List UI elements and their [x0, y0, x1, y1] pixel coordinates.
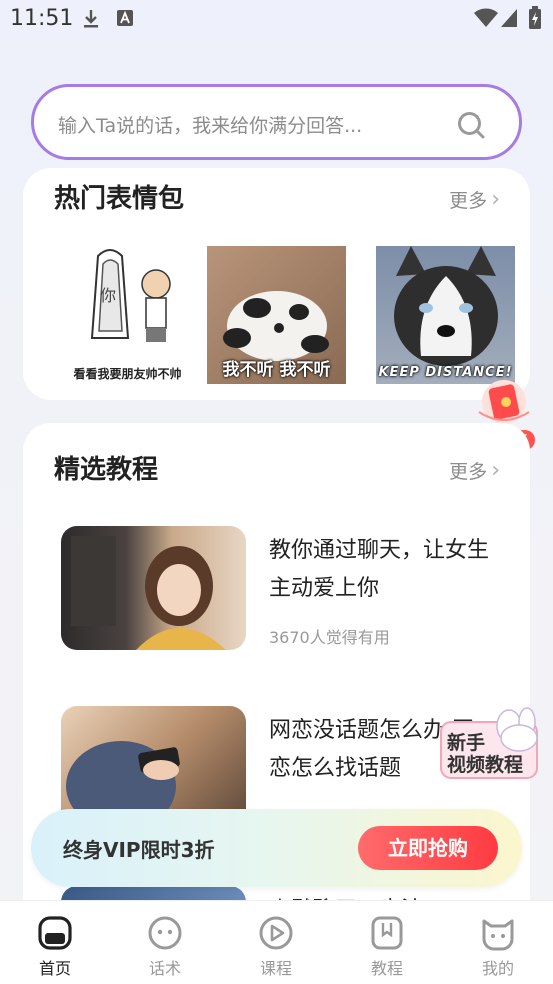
- section-title-tutorials: 精选教程: [54, 455, 159, 485]
- tab-label: 话术: [148, 959, 181, 978]
- tab-scripts[interactable]: 话术: [110, 915, 220, 979]
- status-time: 11:51: [10, 6, 74, 31]
- tab-label: 我的: [481, 959, 514, 978]
- tutorial-useful-count: 3670人觉得有用: [269, 628, 390, 647]
- status-bar: 11:51: [0, 0, 553, 40]
- cat-face-icon: [482, 919, 514, 951]
- tab-label: 首页: [38, 959, 71, 978]
- sticker-item[interactable]: 你 看看我要朋友帅不帅: [58, 246, 197, 384]
- tutorial-title: 教你通过聊天，让女生主动爱上你: [269, 538, 490, 601]
- girl-photo: [71, 536, 226, 650]
- battery-icon: [529, 6, 541, 29]
- sticker-item[interactable]: 我不听 我不听: [207, 246, 346, 384]
- red-envelope-icon: [478, 380, 530, 424]
- husky-photo: [394, 246, 498, 366]
- sticker-item[interactable]: KEEP DISTANCE!: [376, 246, 515, 384]
- newbie-label-line2: 视频教程: [447, 754, 524, 776]
- more-label: 更多: [449, 190, 488, 212]
- buy-now-button[interactable]: 立即抢购: [358, 826, 498, 870]
- sticker-caption: 看看我要朋友帅不帅: [73, 367, 182, 381]
- mirror-meme-illustration: 你: [90, 249, 171, 342]
- vip-promo-banner[interactable]: 终身VIP限时3折 立即抢购: [31, 809, 522, 887]
- newbie-video-tutorial-button[interactable]: 新手 视频教程: [439, 706, 544, 780]
- chevron-right-icon: ›: [491, 186, 500, 212]
- search-bar[interactable]: 输入Ta说的话，我来给你满分回答...: [31, 84, 522, 160]
- tab-home[interactable]: 首页: [0, 915, 110, 979]
- tab-tutorials[interactable]: 教程: [332, 915, 442, 979]
- vip-promo-text: 终身VIP限时3折: [63, 838, 215, 862]
- notification-a-icon: [117, 10, 133, 26]
- chat-face-icon: [148, 916, 182, 950]
- section-title-hot-stickers: 热门表情包: [54, 184, 185, 214]
- chevron-right-icon: ›: [491, 457, 500, 483]
- signal-icon: [501, 9, 517, 27]
- hot-stickers-card: 热门表情包 更多 › 你 看看我要朋友帅不帅 我不听 我不听 KEEP DIST…: [23, 168, 530, 400]
- download-icon: [84, 10, 98, 28]
- book-icon: [371, 916, 403, 950]
- play-icon: [259, 916, 293, 950]
- tutorials-more-link[interactable]: 更多 ›: [449, 457, 500, 484]
- tab-mine[interactable]: 我的: [443, 915, 553, 979]
- sticker-caption: 我不听 我不听: [222, 360, 331, 380]
- tab-label: 课程: [259, 959, 292, 978]
- wifi-icon: [474, 8, 498, 27]
- bottom-tab-bar: 首页 话术 课程 教程 我的: [0, 900, 553, 984]
- svg-text:你: 你: [100, 286, 116, 305]
- tab-label: 教程: [370, 959, 403, 978]
- more-label: 更多: [449, 461, 488, 483]
- tab-courses[interactable]: 课程: [221, 915, 331, 979]
- hot-stickers-more-link[interactable]: 更多 ›: [449, 186, 500, 213]
- search-input[interactable]: 输入Ta说的话，我来给你满分回答...: [58, 111, 362, 138]
- tutorial-item[interactable]: 教你通过聊天，让女生主动爱上你 3670人觉得有用: [61, 526, 501, 650]
- home-icon: [38, 916, 72, 950]
- search-icon[interactable]: [457, 111, 485, 139]
- tutorial-thumbnail: [61, 526, 246, 650]
